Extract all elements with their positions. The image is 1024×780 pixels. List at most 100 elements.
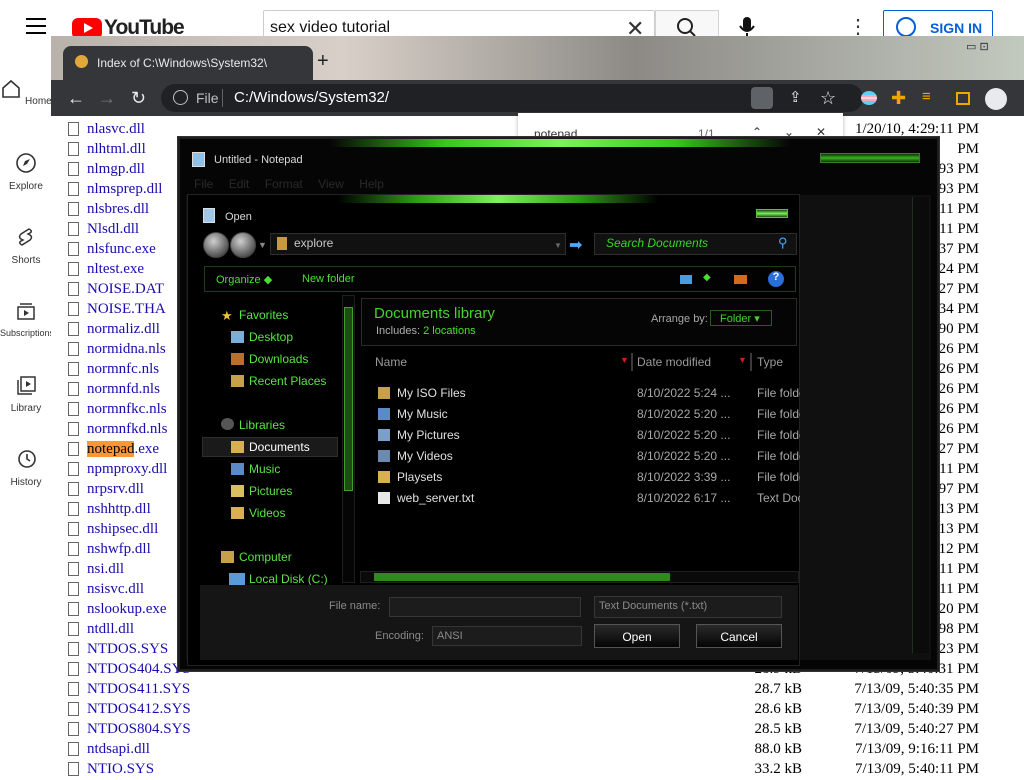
new-tab-icon[interactable]: + (317, 50, 329, 73)
nav-music[interactable]: Music (249, 462, 280, 476)
nav-subscriptions[interactable]: Subscriptions (0, 300, 54, 338)
search-icon[interactable]: ⚲ (778, 235, 788, 251)
media-queue-icon[interactable]: ≡ (922, 88, 931, 105)
file-link[interactable]: nrpsrv.dll (87, 481, 144, 498)
menu-edit[interactable]: Edit (229, 177, 250, 191)
nav-home[interactable]: Home (0, 78, 52, 107)
nav-computer[interactable]: Computer (239, 550, 292, 564)
bookmark-star-icon[interactable]: ☆ (820, 88, 836, 109)
file-link[interactable]: nshwfp.dll (87, 541, 151, 558)
file-link[interactable]: NOISE.DAT (87, 281, 164, 298)
file-link[interactable]: NTIO.SYS (87, 761, 154, 778)
url-text[interactable]: C:/Windows/System32/ (234, 89, 389, 106)
side-panel-icon[interactable] (956, 92, 970, 105)
address-input[interactable]: explore (294, 236, 333, 250)
file-link[interactable]: nslookup.exe (87, 601, 167, 618)
file-link[interactable]: nlasvc.dll (87, 121, 145, 138)
file-link[interactable]: normnfd.nls (87, 381, 160, 398)
new-folder-button[interactable]: New folder (302, 273, 355, 285)
nav-history[interactable]: History (0, 448, 52, 488)
nav-scroll-thumb[interactable] (344, 307, 353, 491)
go-arrow-icon[interactable]: ➡ (569, 235, 582, 255)
column-date[interactable]: Date modified (637, 355, 711, 371)
file-link[interactable]: NTDOS404.SYS (87, 661, 191, 678)
forward-arrow-icon[interactable]: → (98, 88, 116, 109)
item-name[interactable]: My Music (397, 407, 448, 421)
nav-desktop[interactable]: Desktop (249, 330, 293, 344)
address-dropdown-icon[interactable]: ▼ (554, 241, 562, 250)
menu-help[interactable]: Help (359, 177, 384, 191)
file-link[interactable]: NOISE.THA (87, 301, 166, 318)
file-link[interactable]: notepad.exe (87, 441, 159, 458)
nav-videos[interactable]: Videos (249, 506, 285, 520)
locations-link[interactable]: 2 locations (423, 325, 476, 337)
nav-explore[interactable]: Explore (0, 152, 52, 192)
file-link[interactable]: nlsfunc.exe (87, 241, 156, 258)
tab-system32[interactable]: Index of C:\Windows\System32\ (63, 46, 313, 80)
file-link[interactable]: nshipsec.dll (87, 521, 158, 538)
file-link[interactable]: nsisvc.dll (87, 581, 144, 598)
view-icon[interactable] (680, 275, 692, 284)
view-dropdown-icon[interactable]: ◆ (703, 272, 711, 283)
file-link[interactable]: normnfc.nls (87, 361, 159, 378)
organize-menu[interactable]: Organize ◆ (216, 273, 272, 286)
file-link[interactable]: nlmgp.dll (87, 161, 145, 178)
file-link[interactable]: normidna.nls (87, 341, 166, 358)
file-type-dropdown[interactable]: Text Documents (*.txt) (594, 596, 782, 618)
profile-avatar-icon[interactable] (985, 88, 1007, 110)
arrange-by-dropdown[interactable]: Folder ▾ (710, 310, 772, 326)
column-type[interactable]: Type (757, 355, 783, 371)
open-button[interactable]: Open (594, 624, 680, 648)
nav-shorts[interactable]: Shorts (0, 226, 52, 266)
file-link[interactable]: ntdsapi.dll (87, 741, 150, 758)
nav-recent-places[interactable]: Recent Places (249, 374, 326, 388)
reload-icon[interactable]: ↻ (131, 88, 146, 109)
extension-flag-icon[interactable] (861, 91, 877, 105)
file-link[interactable]: Nlsdl.dll (87, 221, 139, 238)
column-sort-icon[interactable]: ▼ (620, 355, 629, 365)
item-name[interactable]: My Videos (397, 449, 453, 463)
nav-library[interactable]: Library (0, 374, 52, 414)
hamburger-menu-icon[interactable] (26, 18, 46, 34)
nav-downloads[interactable]: Downloads (249, 352, 308, 366)
file-link[interactable]: npmproxy.dll (87, 461, 167, 478)
file-link[interactable]: NTDOS.SYS (87, 641, 168, 658)
nav-pictures[interactable]: Pictures (249, 484, 292, 498)
back-button[interactable] (203, 232, 229, 258)
menu-format[interactable]: Format (265, 177, 303, 191)
extensions-puzzle-icon[interactable]: ✚ (891, 88, 906, 109)
nav-documents[interactable]: Documents (249, 440, 310, 454)
file-link[interactable]: normaliz.dll (87, 321, 160, 338)
recent-dropdown-icon[interactable]: ▼ (258, 240, 267, 250)
nav-local-disk[interactable]: Local Disk (C:) (249, 572, 328, 586)
file-link[interactable]: nltest.exe (87, 261, 144, 278)
file-link[interactable]: nshhttp.dll (87, 501, 151, 518)
item-name[interactable]: web_server.txt (397, 491, 474, 505)
forward-button[interactable] (230, 232, 256, 258)
encoding-dropdown[interactable]: ANSI (432, 626, 582, 646)
item-name[interactable]: Playsets (397, 470, 442, 484)
file-link[interactable]: NTDOS804.SYS (87, 721, 191, 738)
file-link[interactable]: nlsbres.dll (87, 201, 149, 218)
file-row[interactable]: ntdsapi.dll (68, 740, 218, 760)
file-link[interactable]: normnfkd.nls (87, 421, 167, 438)
nav-libraries[interactable]: Libraries (239, 418, 285, 432)
info-icon[interactable] (173, 90, 188, 105)
file-link[interactable]: normnfkc.nls (87, 401, 167, 418)
window-controls[interactable]: ▭ ⊡ (966, 40, 989, 53)
item-name[interactable]: My Pictures (397, 428, 460, 442)
help-icon[interactable]: ? (768, 271, 784, 287)
back-arrow-icon[interactable]: ← (67, 88, 85, 109)
dialog-close-button[interactable] (756, 209, 788, 218)
nav-favorites[interactable]: Favorites (239, 308, 288, 322)
file-row[interactable]: NTDOS804.SYS (68, 720, 218, 740)
file-link[interactable]: NTDOS411.SYS (87, 681, 190, 698)
file-link[interactable]: nlmsprep.dll (87, 181, 162, 198)
column-date-sort-icon[interactable]: ▼ (738, 355, 747, 365)
menu-file[interactable]: File (194, 177, 213, 191)
file-row[interactable]: NTDOS411.SYS (68, 680, 218, 700)
file-link[interactable]: nlhtml.dll (87, 141, 146, 158)
cancel-button[interactable]: Cancel (696, 624, 782, 648)
column-name[interactable]: Name (375, 355, 407, 371)
find-in-page-icon[interactable] (751, 87, 773, 109)
